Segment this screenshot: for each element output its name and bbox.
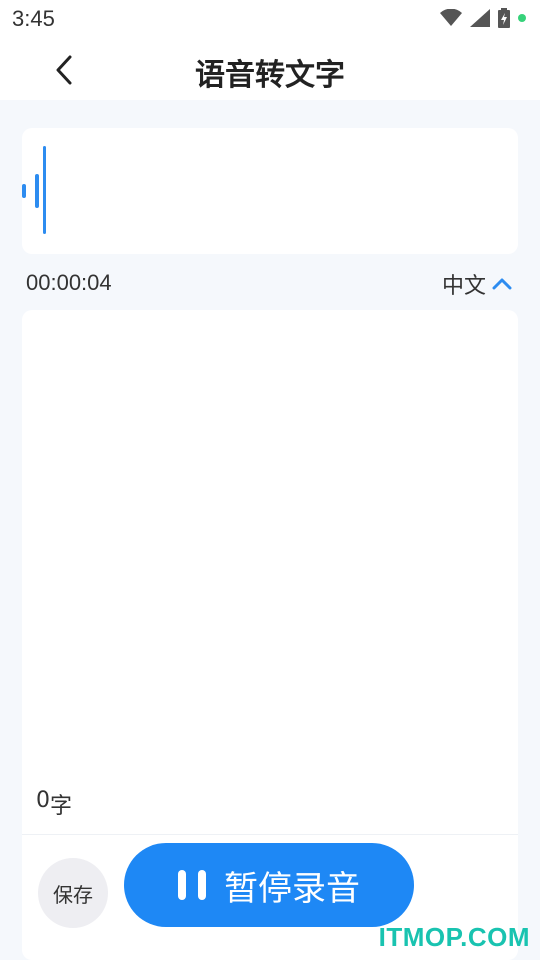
- divider: [22, 834, 518, 835]
- battery-icon: [498, 8, 510, 28]
- chevron-up-icon: [492, 278, 512, 290]
- language-selector[interactable]: 中文: [442, 268, 512, 300]
- status-icons: [440, 8, 526, 28]
- waveform-card: [22, 128, 518, 254]
- char-count-value: 0: [36, 788, 50, 813]
- elapsed-time: 00:00:04: [26, 270, 112, 295]
- status-bar: 3:45: [0, 0, 540, 38]
- char-count: 0字: [36, 788, 72, 820]
- pause-icon: [178, 870, 206, 900]
- top-app-bar: 语音转文字: [0, 38, 540, 100]
- save-button-label: 保存: [53, 882, 93, 907]
- notification-dot-icon: [518, 14, 526, 22]
- status-time: 3:45: [12, 6, 55, 31]
- page-title: 语音转文字: [195, 58, 345, 93]
- transcript-text-area[interactable]: [22, 310, 518, 780]
- wifi-icon: [440, 9, 462, 26]
- watermark-logo: ITMOP.COM: [378, 922, 530, 952]
- waveform-bar: [35, 174, 39, 208]
- pause-recording-label: 暂停录音: [224, 868, 360, 909]
- pause-recording-button[interactable]: 暂停录音: [124, 843, 414, 927]
- language-label: 中文: [441, 274, 486, 299]
- signal-icon: [470, 9, 490, 27]
- char-count-unit: 字: [50, 794, 73, 819]
- waveform-bar: [22, 184, 26, 198]
- save-button[interactable]: 保存: [38, 858, 108, 928]
- waveform-playhead: [43, 146, 46, 234]
